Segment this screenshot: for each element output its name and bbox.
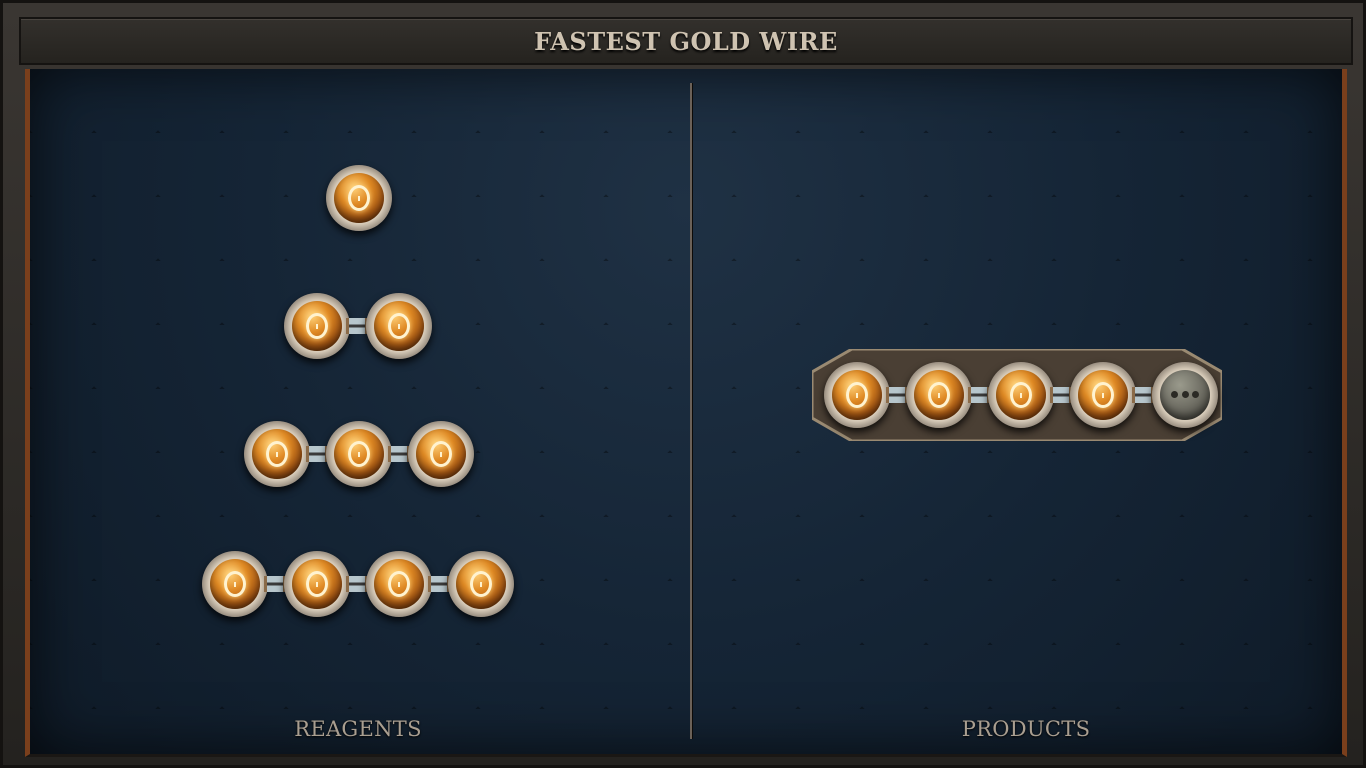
gold-atom-icon xyxy=(284,293,350,359)
products-label: PRODUCTS xyxy=(961,717,1091,741)
bond-icon xyxy=(306,446,328,462)
bond-icon xyxy=(1050,387,1072,403)
gold-atom-icon xyxy=(448,551,514,617)
title-bar: FASTEST GOLD WIRE xyxy=(19,17,1353,65)
gold-atom-icon xyxy=(326,421,392,487)
bond-icon xyxy=(1132,387,1154,403)
puzzle-title: FASTEST GOLD WIRE xyxy=(534,26,838,56)
gold-atom-icon xyxy=(284,551,350,617)
gold-atom-icon xyxy=(366,551,432,617)
gold-atom-icon xyxy=(244,421,310,487)
reagents-label: REAGENTS xyxy=(294,717,422,741)
gold-atom-icon xyxy=(366,293,432,359)
bond-icon xyxy=(264,576,286,592)
repeat-atom-icon xyxy=(1152,362,1218,428)
gold-atom-icon xyxy=(824,362,890,428)
gold-atom-icon xyxy=(408,421,474,487)
gold-atom-icon xyxy=(1070,362,1136,428)
bond-icon xyxy=(346,576,368,592)
puzzle-frame: FASTEST GOLD WIRE REAGENTS PRODUCTS xyxy=(0,0,1366,768)
bond-icon xyxy=(346,318,368,334)
section-divider xyxy=(690,83,692,739)
bond-icon xyxy=(968,387,990,403)
bond-icon xyxy=(886,387,908,403)
gold-atom-icon xyxy=(202,551,268,617)
bond-icon xyxy=(388,446,410,462)
bond-icon xyxy=(428,576,450,592)
gold-atom-icon xyxy=(988,362,1054,428)
gold-atom-icon xyxy=(906,362,972,428)
puzzle-board: REAGENTS PRODUCTS xyxy=(25,69,1347,757)
gold-atom-icon xyxy=(326,165,392,231)
